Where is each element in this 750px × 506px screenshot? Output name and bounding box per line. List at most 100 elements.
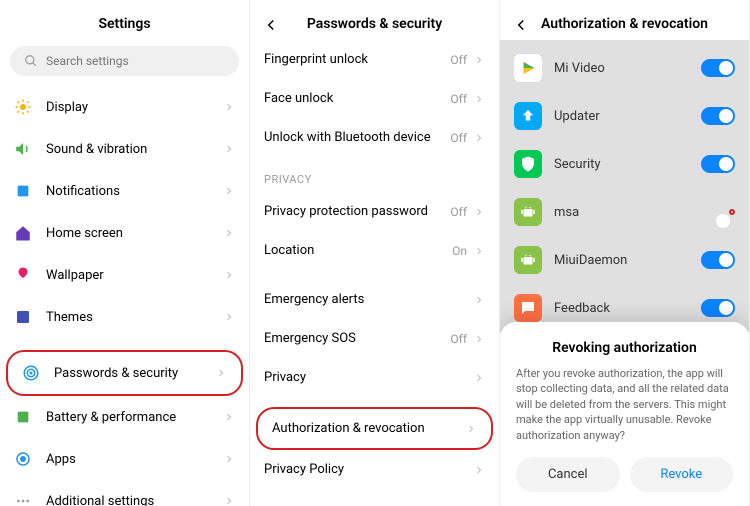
row-value: On [452, 244, 467, 258]
page-title: Settings [98, 16, 150, 32]
row-label: Emergency alerts [264, 292, 473, 307]
toggle[interactable] [701, 107, 735, 125]
app-label: Mi Video [554, 61, 701, 76]
row-emergency-alerts[interactable]: Emergency alerts [250, 280, 499, 319]
back-icon[interactable] [262, 16, 280, 34]
row-emergency-sos[interactable]: Emergency SOS Off [250, 319, 499, 358]
chevron-right-icon [223, 495, 235, 506]
chat-icon [514, 294, 542, 322]
chevron-right-icon [223, 227, 235, 239]
sun-icon [14, 98, 32, 116]
page-title: Passwords & security [307, 16, 442, 32]
page-title: Authorization & revocation [541, 16, 708, 32]
toggle[interactable] [701, 155, 735, 173]
app-label: Security [554, 157, 701, 172]
notif-icon [14, 182, 32, 200]
toggle[interactable] [701, 299, 735, 317]
row-privacy-protection-password[interactable]: Privacy protection password Off [250, 192, 499, 231]
header: Passwords & security [250, 0, 499, 40]
row-label: Display [46, 100, 223, 115]
row-label: Authorization & revocation [272, 421, 465, 436]
row-label: Emergency SOS [264, 331, 450, 346]
chevron-right-icon [223, 143, 235, 155]
row-value: Off [450, 92, 467, 106]
passwords-security-panel: Passwords & security Fingerprint unlock … [250, 0, 500, 506]
settings-row-notifications[interactable]: Notifications [0, 170, 249, 212]
row-label: Themes [46, 310, 223, 325]
row-label: Face unlock [264, 91, 450, 106]
revoke-button[interactable]: Revoke [630, 457, 734, 492]
app-row-msa: msa [500, 188, 749, 236]
app-row-miuidaemon: MiuiDaemon [500, 236, 749, 284]
row-label: Home screen [46, 226, 223, 241]
settings-list: Display Sound & vibration Notifications … [0, 86, 249, 506]
chevron-right-icon [223, 411, 235, 423]
chevron-right-icon [473, 333, 485, 345]
app-label: MiuiDaemon [554, 253, 701, 268]
settings-row-apps[interactable]: Apps [0, 438, 249, 480]
row-label: Sound & vibration [46, 142, 223, 157]
app-row-mi-video: Mi Video [500, 44, 749, 92]
volume-icon [14, 140, 32, 158]
row-label: Fingerprint unlock [264, 52, 450, 67]
search-icon [24, 54, 38, 68]
row-location[interactable]: Location On [250, 231, 499, 270]
chevron-right-icon [223, 453, 235, 465]
android-icon [514, 198, 542, 226]
android-icon [514, 246, 542, 274]
row-unlock-with-bluetooth-device[interactable]: Unlock with Bluetooth device Off [250, 118, 499, 157]
search-input[interactable] [46, 54, 225, 68]
apps-icon [14, 450, 32, 468]
toggle[interactable] [701, 59, 735, 77]
settings-row-additional-settings[interactable]: Additional settings [0, 480, 249, 506]
settings-row-battery-performance[interactable]: Battery & performance [0, 396, 249, 438]
header: Settings [0, 0, 249, 40]
row-value: Off [450, 53, 467, 67]
settings-row-home-screen[interactable]: Home screen [0, 212, 249, 254]
dialog-title: Revoking authorization [516, 340, 733, 356]
chevron-right-icon [473, 132, 485, 144]
toggle[interactable] [701, 251, 735, 269]
row-privacy-policy[interactable]: Privacy Policy [250, 450, 499, 489]
app-row-security: Security [500, 140, 749, 188]
home-icon [14, 224, 32, 242]
fingerprint-icon [22, 364, 40, 382]
settings-panel: Settings Display Sound & vibration Notif… [0, 0, 250, 506]
back-icon[interactable] [512, 16, 530, 34]
row-label: Battery & performance [46, 410, 223, 425]
wallpaper-icon [14, 266, 32, 284]
row-authorization-revocation[interactable]: Authorization & revocation [256, 407, 493, 450]
additional-icon [14, 492, 32, 506]
row-label: Privacy [264, 370, 473, 385]
chevron-right-icon [473, 464, 485, 476]
chevron-right-icon [223, 311, 235, 323]
row-label: Notifications [46, 184, 223, 199]
authorization-revocation-panel: Authorization & revocation Mi Video Upda… [500, 0, 750, 506]
row-fingerprint-unlock[interactable]: Fingerprint unlock Off [250, 40, 499, 79]
row-label: Unlock with Bluetooth device [264, 130, 450, 145]
app-label: msa [554, 205, 729, 220]
row-value: Off [450, 332, 467, 346]
chevron-right-icon [215, 367, 227, 379]
settings-row-passwords-security[interactable]: Passwords & security [6, 350, 243, 396]
settings-row-display[interactable]: Display [0, 86, 249, 128]
chevron-right-icon [473, 294, 485, 306]
row-value: Off [450, 205, 467, 219]
play-triangle-icon [514, 54, 542, 82]
app-label: Feedback [554, 301, 701, 316]
dialog-buttons: Cancel Revoke [516, 457, 733, 492]
settings-row-themes[interactable]: Themes [0, 296, 249, 338]
header: Authorization & revocation [500, 0, 749, 40]
row-face-unlock[interactable]: Face unlock Off [250, 79, 499, 118]
cancel-button[interactable]: Cancel [516, 457, 620, 492]
chevron-right-icon [465, 423, 477, 435]
arrow-up-icon [514, 102, 542, 130]
settings-row-sound-vibration[interactable]: Sound & vibration [0, 128, 249, 170]
row-privacy[interactable]: Privacy [250, 358, 499, 397]
search-bar[interactable] [10, 46, 239, 76]
chevron-right-icon [473, 206, 485, 218]
row-label: Passwords & security [54, 366, 215, 381]
row-label: Location [264, 243, 452, 258]
dialog-body: After you revoke authorization, the app … [516, 366, 733, 443]
settings-row-wallpaper[interactable]: Wallpaper [0, 254, 249, 296]
